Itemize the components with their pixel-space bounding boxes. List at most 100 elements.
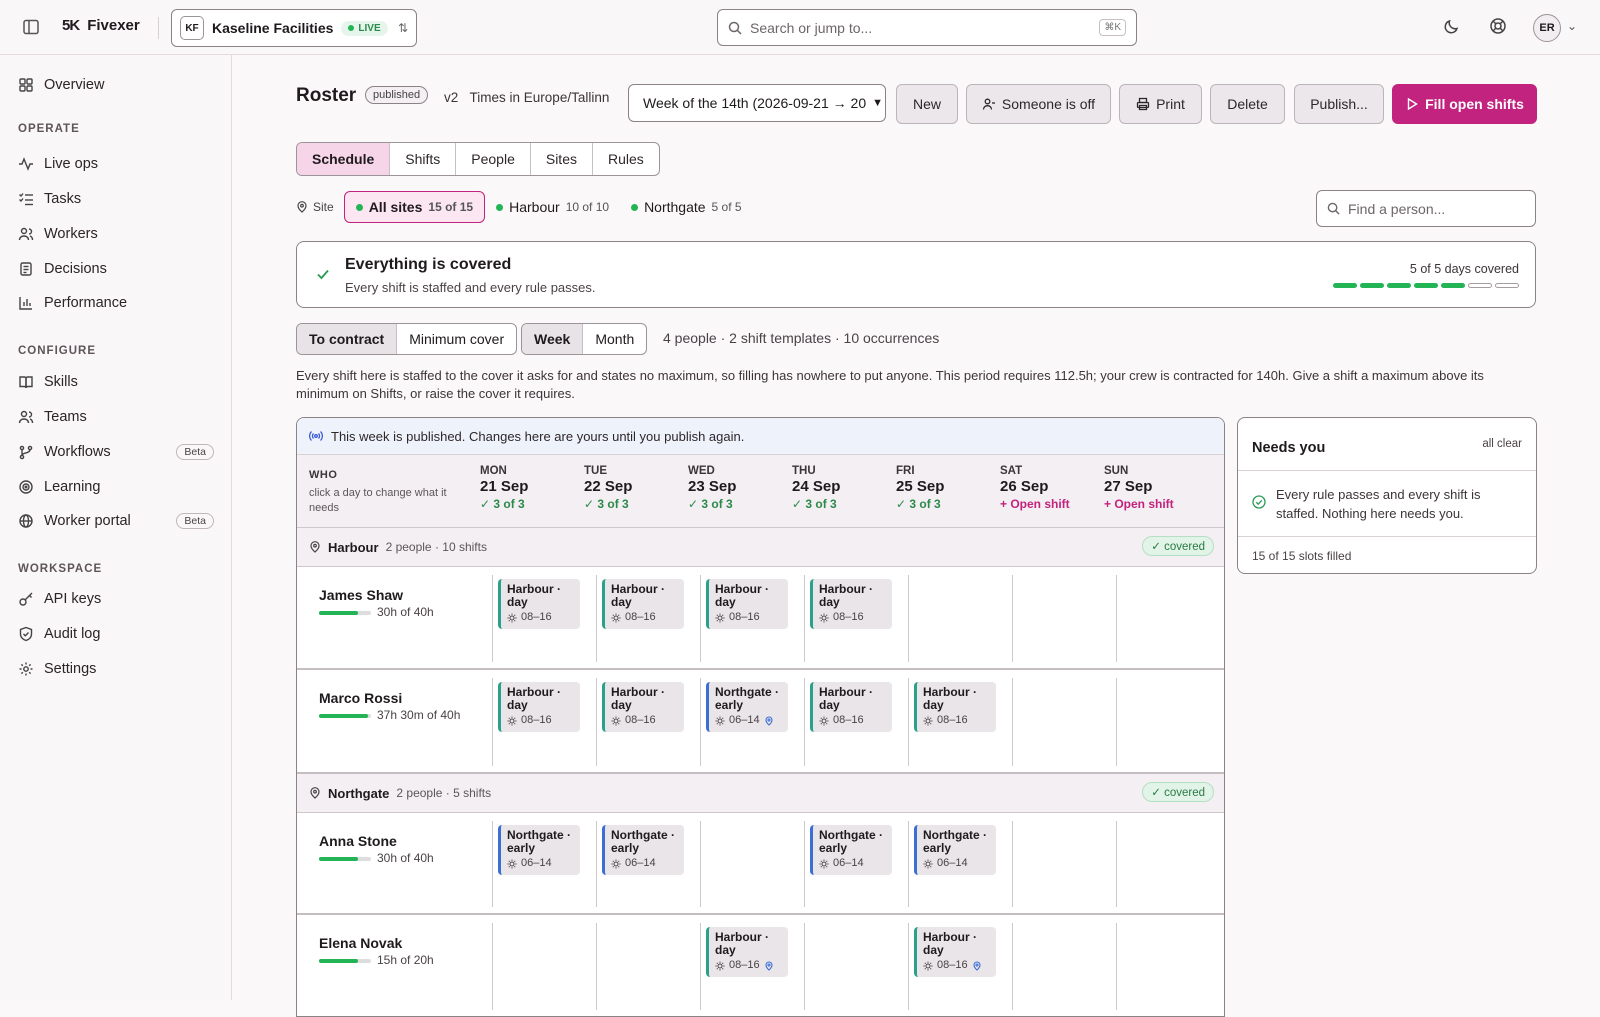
person-row: Anna Stone 30h of 40h Northgate · early 06–…: [297, 813, 1224, 915]
shift-name: Harbour · day: [819, 582, 873, 609]
fill-open-shifts-button[interactable]: Fill open shifts: [1392, 84, 1537, 124]
shift-card[interactable]: Northgate · early 06–14: [914, 825, 996, 875]
roster-summary: 4 people · 2 shift templates · 10 occurr…: [663, 330, 940, 346]
shift-card[interactable]: Northgate · early 06–14: [706, 682, 788, 732]
week-select[interactable]: Week of the 14th (2026-09-21 → 20 ▼: [628, 84, 886, 122]
someone-off-label: Someone is off: [1001, 96, 1096, 112]
shift-card[interactable]: Harbour · day 08–16: [706, 579, 788, 629]
tab-sites[interactable]: Sites: [531, 143, 593, 175]
site-chip-harbour[interactable]: Harbour 10 of 10: [485, 191, 620, 223]
shift-time-row: 08–16: [819, 611, 886, 624]
sidebar-item-label: Audit log: [44, 626, 101, 642]
sidebar-item-performance[interactable]: Performance: [18, 291, 214, 315]
tab-people[interactable]: People: [456, 143, 531, 175]
shift-card[interactable]: Harbour · day 08–16: [498, 579, 580, 629]
view-tabs: Schedule Shifts People Sites Rules: [296, 142, 660, 176]
coverage-day-segment: [1333, 283, 1357, 288]
chevron-down-icon[interactable]: ⌄: [1567, 19, 1577, 33]
global-search-input[interactable]: Search or jump to... ⌘K: [717, 9, 1137, 46]
shift-card[interactable]: Harbour · day 08–16: [602, 682, 684, 732]
sidebar-item-api-keys[interactable]: API keys: [18, 587, 214, 611]
who-heading: WHO: [309, 469, 338, 481]
help-lifebuoy-icon[interactable]: [1489, 17, 1511, 39]
sidebar-item-live-ops[interactable]: Live ops: [18, 152, 214, 176]
publish-button[interactable]: Publish...: [1294, 84, 1384, 124]
find-person-placeholder: Find a person...: [1348, 200, 1446, 217]
sidebar-item-worker-portal[interactable]: Worker portal Beta: [18, 509, 214, 533]
shift-card[interactable]: Northgate · early 06–14: [602, 825, 684, 875]
shift-card[interactable]: Harbour · day 08–16: [602, 579, 684, 629]
print-button[interactable]: Print: [1119, 84, 1202, 124]
day-header[interactable]: FRI 25 Sep ✓ 3 of 3: [896, 465, 1000, 511]
needs-you-status: all clear: [1482, 438, 1522, 450]
day-date: 22 Sep: [584, 478, 633, 495]
check-icon: ✓: [896, 497, 910, 511]
user-avatar[interactable]: ER: [1533, 14, 1561, 42]
day-date: 21 Sep: [480, 478, 529, 495]
person-name[interactable]: Elena Novak: [319, 935, 402, 951]
day-cell-divider: [492, 575, 493, 662]
sidebar-item-workers[interactable]: Workers: [18, 222, 214, 246]
shift-card[interactable]: Harbour · day 08–16: [810, 579, 892, 629]
shift-card[interactable]: Northgate · early 06–14: [498, 825, 580, 875]
shift-card[interactable]: Harbour · day 08–16: [914, 682, 996, 732]
shift-name: Harbour · day: [507, 685, 561, 712]
coverage-day-segment: [1387, 283, 1411, 288]
site-chip-all[interactable]: All sites 15 of 15: [343, 191, 486, 223]
sidebar-item-teams[interactable]: Teams: [18, 405, 214, 429]
sidebar-item-overview[interactable]: Overview: [18, 73, 214, 97]
moon-icon[interactable]: [1443, 17, 1465, 39]
site-chip-count: 10 of 10: [565, 200, 610, 214]
day-cover-text: 3 of 3: [701, 497, 733, 511]
site-group-header: Northgate 2 people · 5 shifts ✓ covered: [297, 774, 1224, 813]
brand-logo[interactable]: 5K Fivexer: [62, 17, 140, 34]
site-group-name: Northgate: [328, 785, 390, 801]
shift-card[interactable]: Harbour · day 08–16: [706, 927, 788, 977]
toggle-week[interactable]: Week: [522, 324, 584, 354]
day-cover-text: 3 of 3: [805, 497, 837, 511]
live-label: LIVE: [358, 22, 381, 34]
day-header[interactable]: WED 23 Sep ✓ 3 of 3: [688, 465, 792, 511]
sidebar-toggle-icon[interactable]: [22, 18, 42, 38]
site-chip-count: 5 of 5: [711, 200, 742, 214]
day-cell-divider: [492, 821, 493, 907]
sidebar-item-workflows[interactable]: Workflows Beta: [18, 440, 214, 464]
sidebar-item-tasks[interactable]: Tasks: [18, 187, 214, 211]
day-header[interactable]: SUN 27 Sep + Open shift: [1104, 465, 1208, 511]
shift-time: 08–16: [833, 611, 864, 623]
shift-time-row: 06–14: [611, 857, 678, 870]
day-of-week: TUE: [584, 465, 607, 477]
day-cell-divider: [1012, 575, 1013, 662]
find-person-input[interactable]: Find a person...: [1316, 190, 1536, 227]
site-chip-northgate[interactable]: Northgate 5 of 5: [620, 191, 753, 223]
shift-card[interactable]: Harbour · day 08–16: [498, 682, 580, 732]
toggle-to-contract[interactable]: To contract: [297, 324, 398, 354]
new-button[interactable]: New: [896, 84, 958, 124]
tab-rules[interactable]: Rules: [593, 143, 659, 175]
day-header[interactable]: SAT 26 Sep + Open shift: [1000, 465, 1104, 511]
sidebar-item-learning[interactable]: Learning: [18, 475, 214, 499]
toggle-month[interactable]: Month: [583, 324, 646, 354]
location-pin-icon: [765, 961, 773, 971]
sidebar-item-decisions[interactable]: Decisions: [18, 257, 214, 281]
hours-track: [319, 611, 371, 615]
day-header[interactable]: MON 21 Sep ✓ 3 of 3: [480, 465, 584, 511]
sidebar-item-skills[interactable]: Skills: [18, 370, 214, 394]
day-header[interactable]: THU 24 Sep ✓ 3 of 3: [792, 465, 896, 511]
sidebar-item-settings[interactable]: Settings: [18, 657, 214, 681]
shift-card[interactable]: Harbour · day 08–16: [914, 927, 996, 977]
day-header[interactable]: TUE 22 Sep ✓ 3 of 3: [584, 465, 688, 511]
org-switcher[interactable]: KF Kaseline Facilities LIVE ⇅: [171, 9, 417, 47]
person-name[interactable]: James Shaw: [319, 587, 403, 603]
delete-button[interactable]: Delete: [1210, 84, 1285, 124]
toggle-minimum-cover[interactable]: Minimum cover: [397, 324, 516, 354]
tab-schedule[interactable]: Schedule: [297, 143, 391, 175]
shift-card[interactable]: Harbour · day 08–16: [810, 682, 892, 732]
someone-off-button[interactable]: Someone is off: [966, 84, 1111, 124]
tab-shifts[interactable]: Shifts: [390, 143, 457, 175]
person-name[interactable]: Anna Stone: [319, 833, 397, 849]
sidebar-item-audit-log[interactable]: Audit log: [18, 622, 214, 646]
period-toggle: Week Month: [521, 323, 648, 355]
shift-card[interactable]: Northgate · early 06–14: [810, 825, 892, 875]
person-name[interactable]: Marco Rossi: [319, 690, 402, 706]
